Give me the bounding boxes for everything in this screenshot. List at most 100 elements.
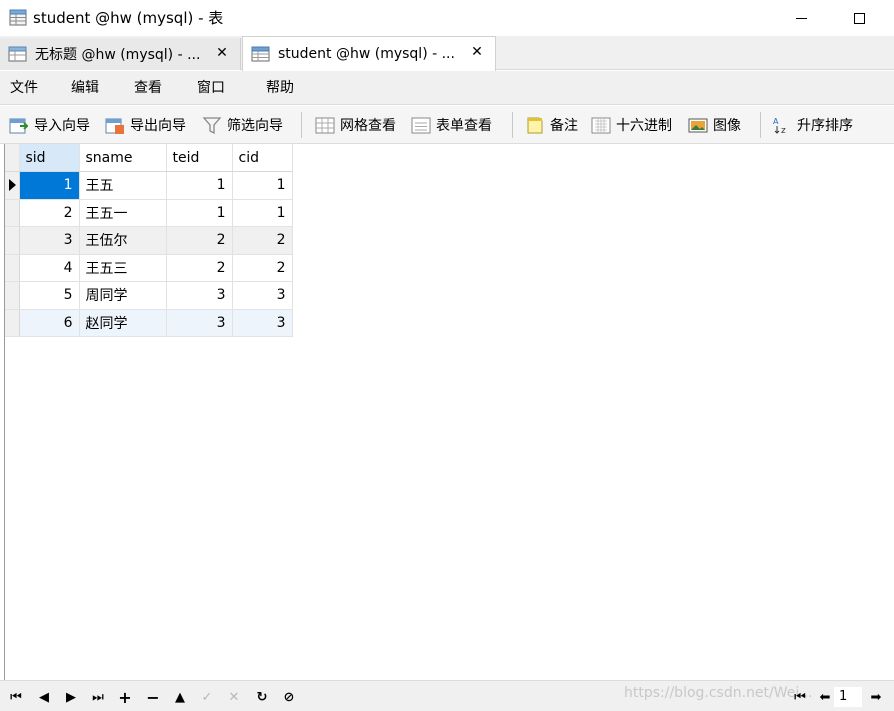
menu-help[interactable]: 帮助 <box>266 79 294 97</box>
check-icon: ✓ <box>201 689 213 705</box>
cell-cid[interactable]: 1 <box>232 171 293 200</box>
image-button[interactable]: 图像 <box>688 114 741 136</box>
cell-cid[interactable]: 3 <box>232 281 293 310</box>
table-row[interactable]: 3 王伍尔 2 2 <box>5 226 293 255</box>
cell-cid[interactable]: 2 <box>232 254 293 282</box>
data-grid[interactable]: sid sname teid cid 1 王五 1 1 2 王五一 1 1 3 … <box>5 144 293 337</box>
next-page-button[interactable]: ➡ <box>866 687 886 707</box>
sort-ascending-button[interactable]: A z 升序排序 <box>772 114 853 136</box>
menu-view[interactable]: 查看 <box>134 79 162 97</box>
maximize-button[interactable] <box>836 0 882 36</box>
filter-wizard-label: 筛选向导 <box>227 118 283 134</box>
cell-teid[interactable]: 2 <box>166 254 233 282</box>
cell-sname[interactable]: 王五一 <box>79 199 167 227</box>
first-record-button[interactable]: ⏮ <box>6 687 26 707</box>
minimize-icon <box>795 17 807 19</box>
title-bar: student @hw (mysql) - 表 <box>0 0 894 36</box>
image-icon <box>688 118 708 132</box>
import-wizard-button[interactable]: 导入向导 <box>9 114 90 136</box>
tab-strip: 无标题 @hw (mysql) - ... ✕ student @hw (mys… <box>0 36 894 71</box>
close-icon[interactable]: ✕ <box>214 45 230 61</box>
cell-cid[interactable]: 2 <box>232 226 293 255</box>
table-row[interactable]: 2 王五一 1 1 <box>5 199 293 227</box>
filter-wizard-button[interactable]: 筛选向导 <box>202 114 283 136</box>
table-row[interactable]: 1 王五 1 1 <box>5 171 293 200</box>
cross-icon: ✕ <box>228 689 240 705</box>
table-window-icon <box>9 9 27 26</box>
row-indicator <box>5 281 20 310</box>
toolbar-separator <box>760 112 761 138</box>
cell-teid[interactable]: 1 <box>166 171 233 200</box>
tab-student-table[interactable]: student @hw (mysql) - ... ✕ <box>242 36 496 71</box>
menu-file[interactable]: 文件 <box>10 79 38 97</box>
cell-sname[interactable]: 王伍尔 <box>79 226 167 255</box>
stop-icon: ⊘ <box>283 689 295 705</box>
discard-changes-button[interactable]: ✕ <box>224 687 244 707</box>
cell-cid[interactable]: 3 <box>232 309 293 337</box>
edit-record-button[interactable]: ▲ <box>170 687 190 707</box>
cell-cid[interactable]: 1 <box>232 199 293 227</box>
row-indicator <box>5 309 20 337</box>
form-view-button[interactable]: 表单查看 <box>411 114 492 136</box>
memo-label: 备注 <box>550 118 578 134</box>
stop-button[interactable]: ⊘ <box>279 687 299 707</box>
delete-record-button[interactable]: − <box>143 687 163 707</box>
cell-teid[interactable]: 1 <box>166 199 233 227</box>
column-header-sname[interactable]: sname <box>79 144 167 172</box>
column-header-cid[interactable]: cid <box>232 144 293 172</box>
import-wizard-label: 导入向导 <box>34 118 90 134</box>
export-icon <box>105 118 124 134</box>
page-number-field[interactable]: 1 <box>834 687 862 707</box>
cell-sid[interactable]: 2 <box>19 199 80 227</box>
last-record-button[interactable]: ⏭ <box>88 687 108 707</box>
memo-icon <box>527 117 543 133</box>
window-title: student @hw (mysql) - 表 <box>33 9 224 27</box>
toolbar: 导入向导 导出向导 筛选向导 网格查看 表单查看 备注 十六进制 图像 A z … <box>0 106 894 144</box>
next-record-button[interactable]: ▶ <box>61 687 81 707</box>
record-navigation-bar: ⏮ ◀ ▶ ⏭ + − ▲ ✓ ✕ ↻ ⊘ https://blog.csdn.… <box>0 680 894 711</box>
close-icon[interactable]: ✕ <box>469 44 485 60</box>
cell-sid[interactable]: 5 <box>19 281 80 310</box>
memo-button[interactable]: 备注 <box>525 114 578 136</box>
cell-sname[interactable]: 周同学 <box>79 281 167 310</box>
image-label: 图像 <box>713 118 741 134</box>
toolbar-separator <box>301 112 302 138</box>
grid-view-button[interactable]: 网格查看 <box>315 114 396 136</box>
navicat-table-window: student @hw (mysql) - 表 无标题 @hw (mysql) … <box>0 0 894 711</box>
refresh-button[interactable]: ↻ <box>252 687 272 707</box>
row-indicator <box>5 254 20 282</box>
cell-sid[interactable]: 3 <box>19 226 80 255</box>
column-header-sid[interactable]: sid <box>19 144 80 172</box>
cell-sname[interactable]: 王五三 <box>79 254 167 282</box>
cell-sname[interactable]: 赵同学 <box>79 309 167 337</box>
cell-teid[interactable]: 3 <box>166 309 233 337</box>
cell-sid[interactable]: 1 <box>19 171 80 200</box>
last-record-icon: ⏭ <box>92 689 104 705</box>
add-record-button[interactable]: + <box>115 687 135 707</box>
menu-edit[interactable]: 编辑 <box>71 79 99 97</box>
cell-sid[interactable]: 6 <box>19 309 80 337</box>
hex-icon <box>591 117 611 133</box>
minus-icon: − <box>146 687 160 707</box>
hex-button[interactable]: 十六进制 <box>591 114 672 136</box>
data-grid-area[interactable]: sid sname teid cid 1 王五 1 1 2 王五一 1 1 3 … <box>4 144 894 680</box>
previous-page-button[interactable]: ⬅ <box>815 687 835 707</box>
tab-untitled-query[interactable]: 无标题 @hw (mysql) - ... ✕ <box>0 38 241 70</box>
menu-bar: 文件 编辑 查看 窗口 帮助 <box>0 71 894 105</box>
table-row[interactable]: 5 周同学 3 3 <box>5 281 293 310</box>
cell-sid[interactable]: 4 <box>19 254 80 282</box>
minimize-button[interactable] <box>778 0 824 36</box>
menu-window[interactable]: 窗口 <box>197 79 225 97</box>
column-header-teid[interactable]: teid <box>166 144 233 172</box>
first-page-button[interactable]: ⏮ <box>790 687 810 707</box>
arrow-right-icon: ➡ <box>870 689 882 705</box>
table-row[interactable]: 4 王五三 2 2 <box>5 254 293 282</box>
table-row[interactable]: 6 赵同学 3 3 <box>5 309 293 337</box>
previous-record-button[interactable]: ◀ <box>34 687 54 707</box>
apply-changes-button[interactable]: ✓ <box>197 687 217 707</box>
row-indicator <box>5 171 20 200</box>
cell-teid[interactable]: 2 <box>166 226 233 255</box>
cell-sname[interactable]: 王五 <box>79 171 167 200</box>
export-wizard-button[interactable]: 导出向导 <box>105 114 186 136</box>
cell-teid[interactable]: 3 <box>166 281 233 310</box>
